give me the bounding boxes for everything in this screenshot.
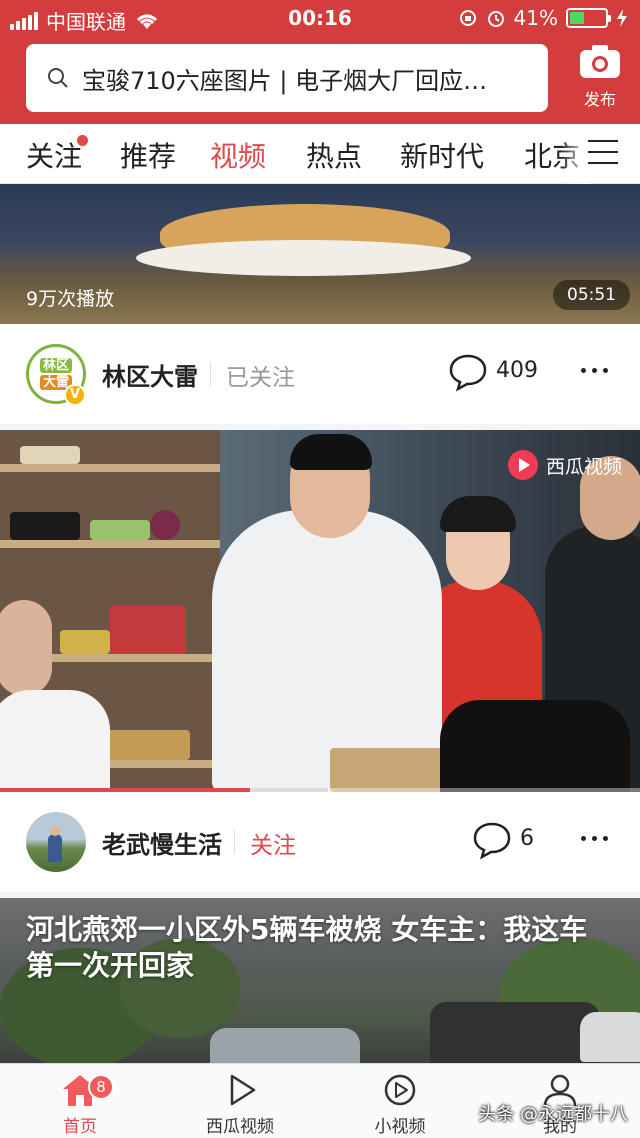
xigua-logo-icon <box>507 450 538 480</box>
author-name[interactable]: 老武慢生活 <box>102 825 222 860</box>
comment-icon[interactable] <box>472 820 512 860</box>
person-image <box>290 434 372 470</box>
tray-image <box>330 748 450 792</box>
nav-label: 西瓜视频 <box>206 1117 274 1137</box>
tab-recommend[interactable]: 推荐 <box>120 135 176 175</box>
camera-icon <box>580 45 620 78</box>
car-image <box>210 1028 360 1063</box>
tab-video[interactable]: 视频 <box>210 135 266 175</box>
comment-count: 6 <box>520 826 534 851</box>
tab-follow[interactable]: 关注 <box>26 135 89 175</box>
verified-badge: V <box>64 384 86 406</box>
search-suggestion: 宝骏710六座图片 | 电子烟大厂回应… <box>82 66 488 95</box>
xigua-watermark: 西瓜视频 <box>507 450 622 480</box>
notification-badge: 8 <box>88 1074 114 1100</box>
person-image <box>0 600 52 696</box>
car-image <box>580 1012 640 1062</box>
avatar-person <box>48 834 62 862</box>
play-icon <box>230 1074 256 1106</box>
person-image <box>440 496 516 532</box>
status-bar: 中国联通 00:16 41% <box>0 0 640 36</box>
view-count: 9万次播放 <box>26 288 115 310</box>
alarm-icon <box>487 11 504 27</box>
tab-hot[interactable]: 热点 <box>306 135 362 175</box>
video-player-2[interactable]: 西瓜视频 <box>0 430 640 792</box>
divider <box>234 830 235 854</box>
nav-label: 小视频 <box>374 1117 426 1137</box>
divider <box>210 362 211 386</box>
more-icon[interactable] <box>581 368 608 373</box>
bag-image <box>440 700 630 792</box>
author-name[interactable]: 林区大雷 <box>102 357 198 392</box>
avatar-person <box>50 826 60 836</box>
channel-tabs: 关注 推荐 视频 热点 新时代 北京 <box>0 124 640 184</box>
watermark-text: 西瓜视频 <box>545 455 622 478</box>
battery-icon <box>566 8 611 28</box>
person-image <box>0 690 110 792</box>
avatar-text: 林区 <box>39 358 72 373</box>
nav-small-video[interactable]: 小视频 <box>340 1072 460 1137</box>
source-watermark: 头条 @永远都十八 <box>478 1104 628 1125</box>
tabs-fade <box>560 124 590 184</box>
comment-count: 409 <box>496 358 538 383</box>
menu-icon[interactable] <box>588 140 618 173</box>
nav-xigua[interactable]: 西瓜视频 <box>180 1072 300 1137</box>
publish-button[interactable]: 发布 <box>574 42 626 110</box>
followed-button[interactable]: 已关注 <box>226 358 295 392</box>
avatar[interactable] <box>26 812 86 872</box>
tab-new-era[interactable]: 新时代 <box>400 135 484 175</box>
more-icon[interactable] <box>581 836 608 841</box>
plate-image <box>136 240 471 276</box>
nav-home[interactable]: 首页 8 <box>20 1072 140 1137</box>
news-card[interactable]: 河北燕郊一小区外5辆车被烧 女车主：我这车第一次开回家 <box>0 898 640 1063</box>
nav-label: 首页 <box>63 1117 97 1137</box>
new-dot <box>77 135 89 146</box>
orientation-lock-icon <box>459 10 476 26</box>
small-video-icon <box>384 1074 416 1106</box>
battery-percent: 41% <box>513 6 558 30</box>
follow-button[interactable]: 关注 <box>250 826 296 860</box>
video-thumbnail-1[interactable]: 9万次播放 05:51 <box>0 184 640 324</box>
publish-label: 发布 <box>583 90 616 109</box>
search-bar[interactable]: 宝骏710六座图片 | 电子烟大厂回应… <box>26 44 548 112</box>
search-icon <box>48 68 68 88</box>
top-header: 宝骏710六座图片 | 电子烟大厂回应… 发布 <box>0 36 640 124</box>
charging-icon <box>617 9 627 27</box>
news-title: 河北燕郊一小区外5辆车被烧 女车主：我这车第一次开回家 <box>26 913 588 982</box>
author-row-1: 林区 大雷 V 林区大雷 已关注 409 <box>0 324 640 424</box>
video-duration: 05:51 <box>553 280 630 310</box>
author-row-2: 老武慢生活 关注 6 <box>0 792 640 892</box>
comment-icon[interactable] <box>448 352 488 392</box>
tab-label: 关注 <box>26 140 83 173</box>
car-image <box>430 1002 600 1063</box>
